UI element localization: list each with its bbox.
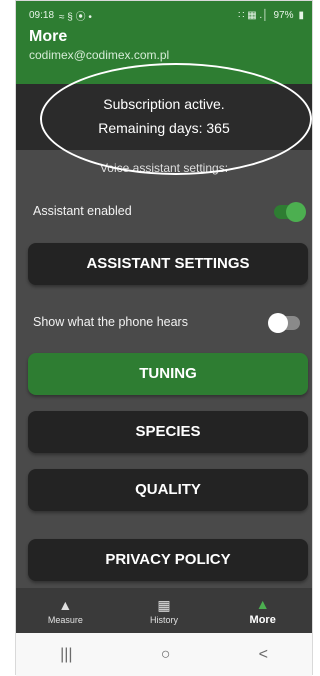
bottom-navigation: ▲ Measure ▦ History ▲ More [16,588,312,633]
toggle-knob [286,202,306,222]
assistant-enabled-label: Assistant enabled [33,204,132,218]
assistant-enabled-toggle[interactable] [274,202,306,222]
assistant-settings-button[interactable]: ASSISTANT SETTINGS [28,243,308,285]
clock: 09:18 [29,9,55,21]
show-hears-label: Show what the phone hears [33,315,188,329]
nav-more-label: More [249,613,276,626]
tuning-button[interactable]: TUNING [28,353,308,395]
show-hears-toggle[interactable] [268,313,300,333]
system-navigation: ||| ○ < [16,633,312,676]
bell-icon: ▲ [255,595,270,612]
nav-measure[interactable]: ▲ Measure [16,588,115,633]
nav-more[interactable]: ▲ More [213,588,312,633]
phone-frame: 09:18 ≈ § ⦿ • ∷ ▦ .│ 97% ▮ More codimex@… [15,0,313,676]
signal-icons: ∷ ▦ .│ [238,9,269,21]
back-button[interactable]: < [259,646,268,664]
app-screen: 09:18 ≈ § ⦿ • ∷ ▦ .│ 97% ▮ More codimex@… [16,1,312,633]
highlight-ellipse [40,63,312,175]
toggle-knob [268,313,288,333]
account-email: codimex@codimex.com.pl [29,48,170,62]
home-icon: ▲ [58,596,73,613]
battery-level: 97% [273,9,294,21]
notification-icons: ≈ § ⦿ • [59,11,92,23]
page-title: More [29,28,68,45]
privacy-policy-button[interactable]: PRIVACY POLICY [28,539,308,581]
species-button[interactable]: SPECIES [28,411,308,453]
battery-icon: ▮ [298,9,304,21]
status-bar: 09:18 ≈ § ⦿ • ∷ ▦ .│ 97% ▮ [29,8,304,23]
nav-history-label: History [150,614,179,625]
home-button[interactable]: ○ [161,646,171,664]
quality-button[interactable]: QUALITY [28,469,308,511]
recents-button[interactable]: ||| [60,646,72,664]
nav-measure-label: Measure [47,614,83,625]
nav-history[interactable]: ▦ History [115,588,214,633]
grid-icon: ▦ [157,596,171,613]
